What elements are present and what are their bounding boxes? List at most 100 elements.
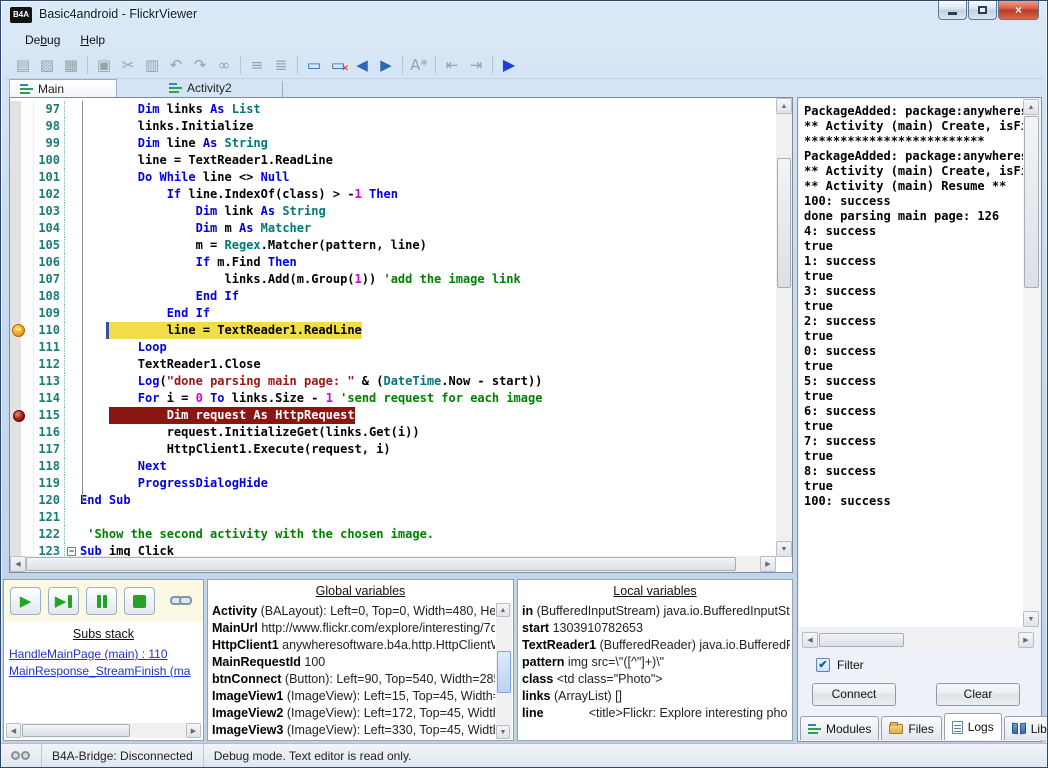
maximize-button[interactable] <box>968 1 997 20</box>
scroll-right-icon[interactable]: ▶ <box>186 723 201 738</box>
redo-icon[interactable]: ↷ <box>188 54 212 76</box>
editor-horizontal-scrollbar[interactable]: ◀ ▶ <box>10 556 776 572</box>
gutter[interactable] <box>10 339 34 356</box>
stop-button[interactable] <box>124 587 155 615</box>
subs-stack-link[interactable]: MainResponse_StreamFinish (ma <box>9 663 201 680</box>
fold-collapse-icon[interactable]: − <box>67 547 76 556</box>
scroll-down-icon[interactable]: ▼ <box>496 725 510 739</box>
cut-icon[interactable]: ✂ <box>116 54 140 76</box>
menu-item-debug[interactable]: Debug <box>17 31 68 49</box>
scroll-left-icon[interactable]: ◀ <box>10 556 26 572</box>
copy-icon[interactable]: ▣ <box>92 54 116 76</box>
scroll-down-icon[interactable]: ▼ <box>1023 611 1039 627</box>
gutter[interactable] <box>10 424 34 441</box>
gutter[interactable]: → <box>10 322 34 339</box>
subs-horizontal-scrollbar[interactable]: ◀ ▶ <box>6 723 201 738</box>
title-bar[interactable]: B4A Basic4android - FlickrViewer × <box>1 1 1047 29</box>
gutter[interactable] <box>10 526 34 543</box>
previous-icon[interactable]: ◀ <box>350 54 374 76</box>
gutter[interactable] <box>10 288 34 305</box>
resume-button[interactable]: ▶ <box>10 587 41 615</box>
scroll-left-icon[interactable]: ◀ <box>802 632 818 648</box>
gutter[interactable] <box>10 475 34 492</box>
gutter[interactable] <box>10 407 34 424</box>
tab-files[interactable]: Files <box>881 716 941 740</box>
scroll-right-icon[interactable]: ▶ <box>1018 632 1034 648</box>
tab-modules[interactable]: Modules <box>800 716 879 740</box>
clear-breakpoints-icon[interactable]: ▭✕ <box>326 54 350 76</box>
gutter[interactable] <box>10 203 34 220</box>
uncomment-icon[interactable]: ≣ <box>269 54 293 76</box>
scrollbar-thumb[interactable] <box>497 651 511 693</box>
gutter[interactable] <box>10 390 34 407</box>
gutter[interactable] <box>10 509 34 526</box>
scrollbar-thumb[interactable] <box>777 158 791 288</box>
code-editor[interactable]: 97 Dim links As List98 links.Initialize9… <box>9 97 793 573</box>
next-icon[interactable]: ▶ <box>374 54 398 76</box>
scroll-up-icon[interactable]: ▲ <box>496 603 510 617</box>
scroll-left-icon[interactable]: ◀ <box>6 723 21 738</box>
pause-button[interactable] <box>86 587 117 615</box>
undo-icon[interactable]: ↶ <box>164 54 188 76</box>
gutter[interactable] <box>10 220 34 237</box>
indent-icon[interactable]: ⇥ <box>464 54 488 76</box>
globals-vertical-scrollbar[interactable]: ▲ ▼ <box>496 603 512 739</box>
close-button[interactable]: × <box>998 1 1039 20</box>
log-line: 6: success <box>804 404 1024 419</box>
gutter[interactable] <box>10 492 34 509</box>
gutter[interactable] <box>10 305 34 322</box>
log-horizontal-scrollbar[interactable]: ◀ ▶ <box>802 632 1034 648</box>
gutter[interactable] <box>10 169 34 186</box>
connect-link-icon[interactable] <box>170 595 194 607</box>
scroll-right-icon[interactable]: ▶ <box>760 556 776 572</box>
scrollbar-thumb[interactable] <box>26 557 736 571</box>
breakpoint-icon[interactable] <box>13 410 25 422</box>
connect-button[interactable]: Connect <box>812 683 896 706</box>
find-icon[interactable]: ∞ <box>212 54 236 76</box>
gutter[interactable] <box>10 356 34 373</box>
scrollbar-thumb[interactable] <box>819 633 904 647</box>
menu-item-help[interactable]: Help <box>72 31 113 49</box>
gutter[interactable] <box>10 543 34 556</box>
new-file-icon[interactable]: ▤ <box>11 54 35 76</box>
run-icon[interactable]: ▶ <box>497 54 521 76</box>
log-output[interactable]: PackageAdded: package:anywheres** Activi… <box>799 99 1024 627</box>
tab-logs[interactable]: Logs <box>944 713 1002 740</box>
module-tab-main[interactable]: Main <box>9 79 117 97</box>
minimize-button[interactable] <box>938 1 967 20</box>
scroll-up-icon[interactable]: ▲ <box>1023 99 1039 115</box>
scrollbar-thumb[interactable] <box>22 724 130 737</box>
gutter[interactable] <box>10 152 34 169</box>
scroll-down-icon[interactable]: ▼ <box>776 541 792 557</box>
scrollbar-thumb[interactable] <box>1024 116 1039 288</box>
gutter[interactable] <box>10 458 34 475</box>
font-icon[interactable]: A* <box>407 54 431 76</box>
module-tab-activity2[interactable]: Activity2 <box>159 79 242 97</box>
gutter[interactable] <box>10 101 34 118</box>
filter-checkbox[interactable]: ✔ <box>816 658 830 672</box>
open-icon[interactable]: ▨ <box>35 54 59 76</box>
gutter[interactable] <box>10 135 34 152</box>
save-icon[interactable]: ▦ <box>59 54 83 76</box>
subs-stack-link[interactable]: HandleMainPage (main) : 110 <box>9 646 201 663</box>
gutter[interactable] <box>10 373 34 390</box>
gutter[interactable] <box>10 254 34 271</box>
outdent-icon[interactable]: ⇤ <box>440 54 464 76</box>
gutter[interactable] <box>10 271 34 288</box>
paste-icon[interactable]: ▥ <box>140 54 164 76</box>
step-button[interactable]: ▶ <box>48 587 79 615</box>
code-line-104: 104 Dim m As Matcher <box>10 220 776 237</box>
gutter[interactable] <box>10 441 34 458</box>
variable-row: Activity (BALayout): Left=0, Top=0, Widt… <box>212 603 495 620</box>
line-number: 98 <box>34 118 65 135</box>
log-vertical-scrollbar[interactable]: ▲ ▼ <box>1023 99 1040 627</box>
tab-libs[interactable]: Libs <box>1004 716 1048 740</box>
editor-vertical-scrollbar[interactable]: ▲ ▼ <box>776 98 792 557</box>
comment-icon[interactable]: ≡ <box>245 54 269 76</box>
toggle-breakpoint-icon[interactable]: ▭ <box>302 54 326 76</box>
gutter[interactable] <box>10 186 34 203</box>
gutter[interactable] <box>10 118 34 135</box>
gutter[interactable] <box>10 237 34 254</box>
clear-button[interactable]: Clear <box>936 683 1020 706</box>
scroll-up-icon[interactable]: ▲ <box>776 98 792 114</box>
